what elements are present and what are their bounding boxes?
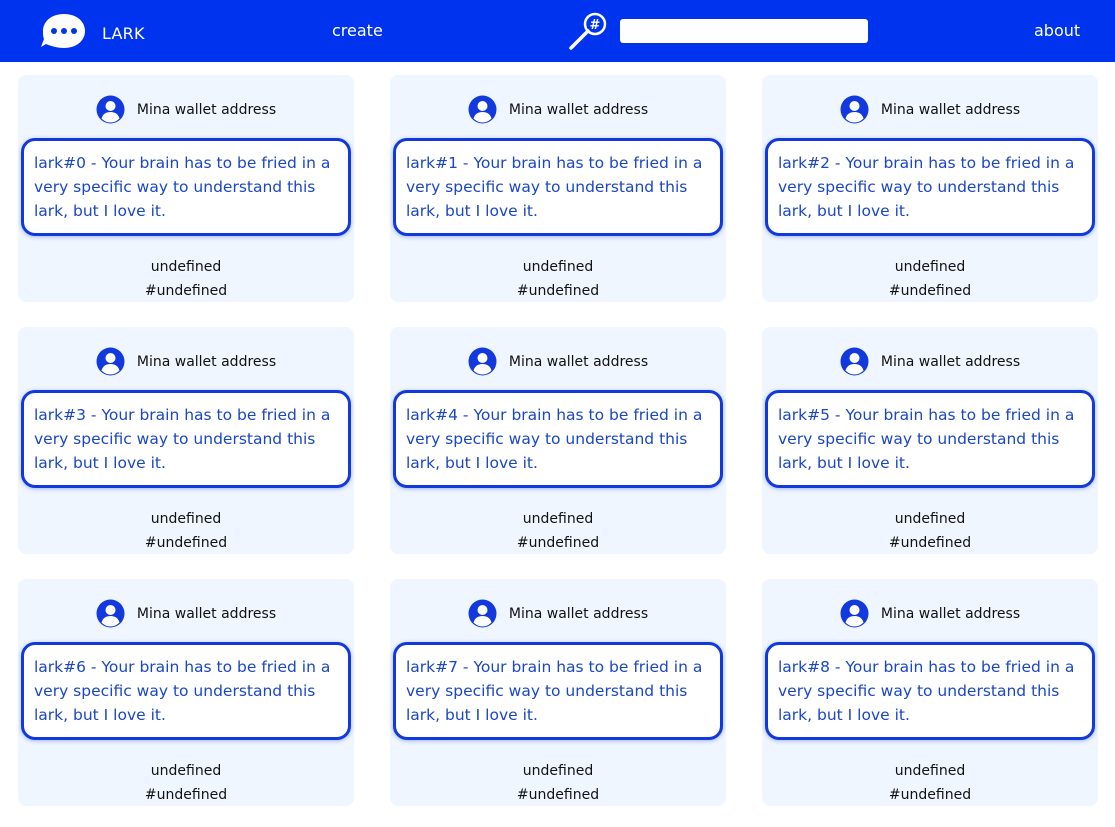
user-avatar-icon (96, 347, 125, 376)
lark-status: undefined (150, 763, 222, 779)
lark-status: undefined (894, 259, 966, 275)
lark-hashtag[interactable]: #undefined (762, 279, 1098, 303)
lark-card: Mina wallet address lark#1 - Your brain … (390, 75, 726, 302)
lark-status: undefined (150, 511, 222, 527)
user-avatar-icon (840, 599, 869, 628)
lark-message[interactable]: lark#3 - Your brain has to be fried in a… (21, 390, 351, 488)
card-author: Mina wallet address (762, 347, 1098, 376)
card-author: Mina wallet address (18, 347, 354, 376)
lark-meta: undefined #undefined (390, 759, 726, 807)
card-author: Mina wallet address (762, 599, 1098, 628)
lark-hashtag[interactable]: #undefined (390, 531, 726, 555)
user-avatar-icon (468, 95, 497, 124)
lark-card: Mina wallet address lark#6 - Your brain … (18, 579, 354, 806)
card-author: Mina wallet address (390, 599, 726, 628)
wallet-address: Mina wallet address (136, 101, 277, 118)
lark-feed-grid: Mina wallet address lark#0 - Your brain … (18, 75, 1098, 806)
wallet-address: Mina wallet address (880, 605, 1021, 622)
lark-hashtag[interactable]: #undefined (762, 783, 1098, 807)
wallet-address: Mina wallet address (136, 605, 277, 622)
lark-meta: undefined #undefined (390, 507, 726, 555)
lark-hashtag[interactable]: #undefined (18, 531, 354, 555)
lark-card: Mina wallet address lark#3 - Your brain … (18, 327, 354, 554)
card-author: Mina wallet address (762, 95, 1098, 124)
lark-card: Mina wallet address lark#5 - Your brain … (762, 327, 1098, 554)
brand-home-link[interactable]: LARK (40, 12, 145, 54)
lark-meta: undefined #undefined (390, 255, 726, 303)
wallet-address: Mina wallet address (880, 353, 1021, 370)
lark-hashtag[interactable]: #undefined (762, 531, 1098, 555)
wallet-address: Mina wallet address (136, 353, 277, 370)
user-avatar-icon (840, 95, 869, 124)
card-author: Mina wallet address (390, 95, 726, 124)
lark-status: undefined (150, 259, 222, 275)
wallet-address: Mina wallet address (508, 353, 649, 370)
wallet-address: Mina wallet address (508, 605, 649, 622)
user-avatar-icon (468, 599, 497, 628)
lark-card: Mina wallet address lark#0 - Your brain … (18, 75, 354, 302)
lark-card: Mina wallet address lark#2 - Your brain … (762, 75, 1098, 302)
lark-hashtag[interactable]: #undefined (18, 279, 354, 303)
about-link[interactable]: about (1034, 21, 1080, 40)
lark-status: undefined (894, 511, 966, 527)
user-avatar-icon (468, 347, 497, 376)
lark-meta: undefined #undefined (762, 507, 1098, 555)
lark-card: Mina wallet address lark#4 - Your brain … (390, 327, 726, 554)
card-author: Mina wallet address (18, 599, 354, 628)
lark-status: undefined (522, 763, 594, 779)
lark-message[interactable]: lark#5 - Your brain has to be fried in a… (765, 390, 1095, 488)
lark-status: undefined (894, 763, 966, 779)
svg-text:#: # (590, 18, 601, 33)
lark-message[interactable]: lark#0 - Your brain has to be fried in a… (21, 138, 351, 236)
wallet-address: Mina wallet address (880, 101, 1021, 118)
lark-message[interactable]: lark#7 - Your brain has to be fried in a… (393, 642, 723, 740)
card-author: Mina wallet address (390, 347, 726, 376)
lark-status: undefined (522, 259, 594, 275)
create-link[interactable]: create (332, 21, 383, 40)
lark-message[interactable]: lark#4 - Your brain has to be fried in a… (393, 390, 723, 488)
lark-meta: undefined #undefined (18, 255, 354, 303)
brand-title: LARK (102, 23, 145, 43)
lark-status: undefined (522, 511, 594, 527)
chat-bubble-logo-icon (40, 12, 88, 54)
lark-message[interactable]: lark#2 - Your brain has to be fried in a… (765, 138, 1095, 236)
lark-meta: undefined #undefined (762, 255, 1098, 303)
user-avatar-icon (840, 347, 869, 376)
search-input[interactable] (620, 19, 868, 43)
user-avatar-icon (96, 95, 125, 124)
card-author: Mina wallet address (18, 95, 354, 124)
lark-card: Mina wallet address lark#8 - Your brain … (762, 579, 1098, 806)
top-navbar: LARK create # about (0, 0, 1115, 62)
user-avatar-icon (96, 599, 125, 628)
hashtag-search-icon[interactable]: # (567, 11, 611, 51)
lark-meta: undefined #undefined (18, 507, 354, 555)
lark-hashtag[interactable]: #undefined (18, 783, 354, 807)
lark-hashtag[interactable]: #undefined (390, 783, 726, 807)
lark-meta: undefined #undefined (18, 759, 354, 807)
lark-meta: undefined #undefined (762, 759, 1098, 807)
wallet-address: Mina wallet address (508, 101, 649, 118)
lark-card: Mina wallet address lark#7 - Your brain … (390, 579, 726, 806)
lark-message[interactable]: lark#1 - Your brain has to be fried in a… (393, 138, 723, 236)
lark-message[interactable]: lark#6 - Your brain has to be fried in a… (21, 642, 351, 740)
lark-hashtag[interactable]: #undefined (390, 279, 726, 303)
lark-message[interactable]: lark#8 - Your brain has to be fried in a… (765, 642, 1095, 740)
